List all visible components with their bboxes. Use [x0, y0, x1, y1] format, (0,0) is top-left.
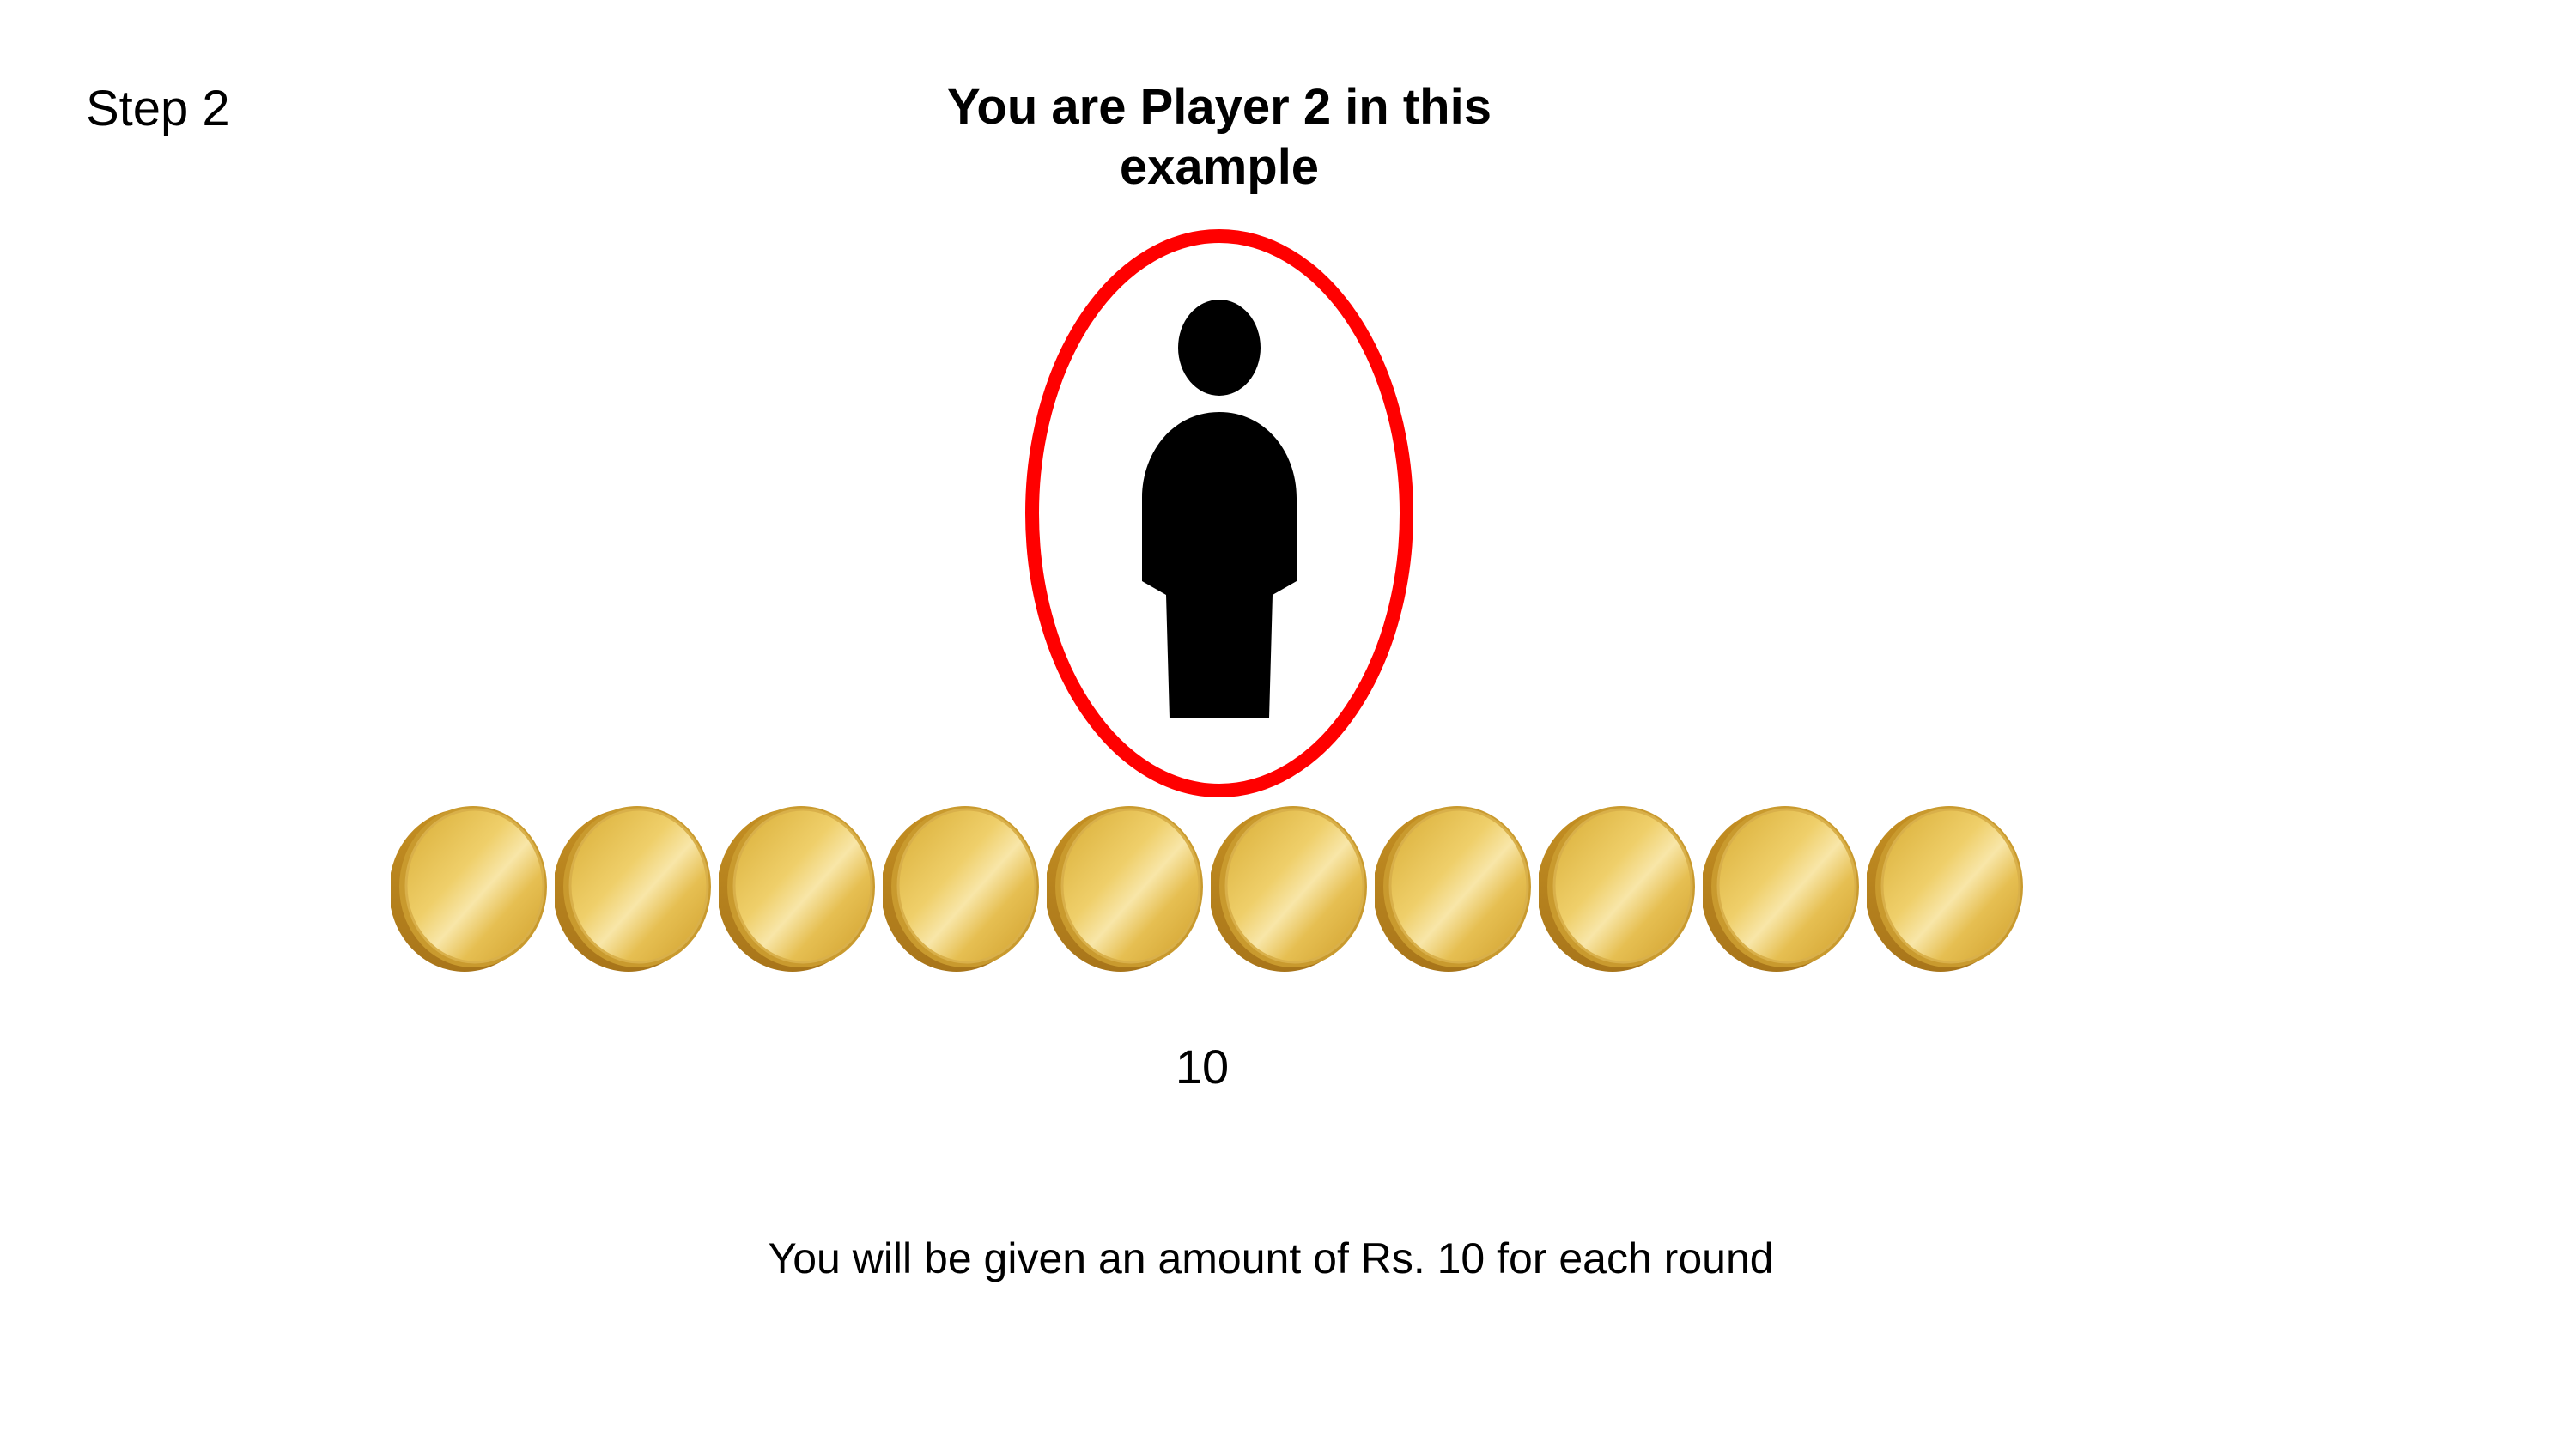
- gold-coin-icon: [1703, 806, 1859, 972]
- gold-coin-icon: [1047, 806, 1203, 972]
- gold-coin-icon: [719, 806, 875, 972]
- gold-coin-icon: [1211, 806, 1367, 972]
- gold-coin-icon: [1375, 806, 1531, 972]
- person-icon: [1142, 300, 1297, 718]
- gold-coin-icon: [555, 806, 711, 972]
- gold-coin-icon: [391, 806, 547, 972]
- page-title: You are Player 2 in this example: [947, 79, 1492, 195]
- gold-coin-icon: [1539, 806, 1695, 972]
- instruction-text: You will be given an amount of Rs. 10 fo…: [768, 1234, 1774, 1282]
- coin-amount: 10: [1175, 1040, 1230, 1094]
- step-label: Step 2: [86, 81, 230, 136]
- gold-coin-icon: [883, 806, 1039, 972]
- player-figure: [1025, 229, 1413, 797]
- coin-row: [391, 798, 2039, 979]
- gold-coin-icon: [1867, 806, 2023, 972]
